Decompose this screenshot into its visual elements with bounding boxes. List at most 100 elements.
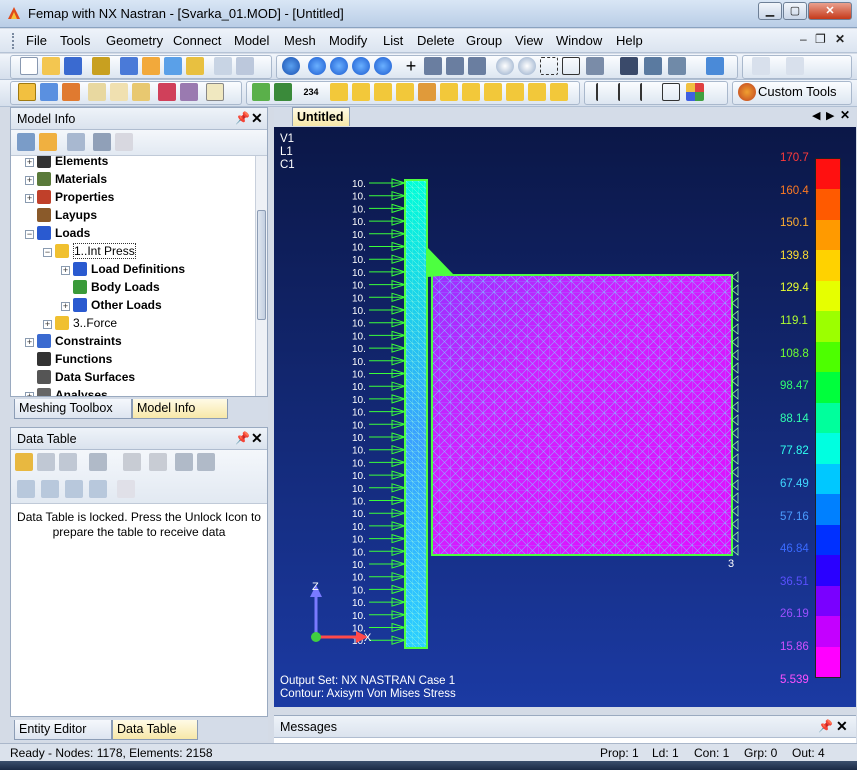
data-table-icon[interactable] (62, 83, 80, 101)
rebuild-icon[interactable] (92, 57, 110, 75)
tree-item[interactable]: + Load Definitions (61, 262, 185, 280)
custom-tools-menu[interactable]: Custom Tools (758, 84, 837, 99)
entity-display-icon[interactable] (252, 83, 270, 101)
tab-scroll-right-icon[interactable]: ▶ (826, 109, 834, 122)
rows-icon[interactable] (197, 453, 215, 471)
print-setup-icon[interactable] (236, 57, 254, 75)
pane-options-icon[interactable] (158, 83, 176, 101)
pick-icon[interactable] (786, 57, 804, 75)
entity-regions-icon[interactable] (528, 83, 546, 101)
workplane-icon[interactable] (706, 57, 724, 75)
table-icon[interactable] (164, 57, 182, 75)
select-filter-icon[interactable] (41, 480, 59, 498)
entity-text-icon[interactable] (396, 83, 414, 101)
mdi-close-button[interactable]: ✕ (835, 32, 845, 46)
pin-icon[interactable]: 📌 (235, 111, 250, 125)
hide-icon[interactable] (89, 480, 107, 498)
entity-nodes-icon[interactable] (440, 83, 458, 101)
constraint-y-icon[interactable] (618, 83, 636, 101)
tree-item[interactable]: + Properties (25, 190, 114, 208)
weld-region[interactable] (427, 247, 454, 277)
program-file-icon[interactable] (180, 83, 198, 101)
select-icon[interactable] (752, 57, 770, 75)
print-icon[interactable] (214, 57, 232, 75)
entity-curves-icon[interactable] (352, 83, 370, 101)
numbering-icon[interactable]: 234 (300, 83, 322, 101)
pan-right-icon[interactable] (330, 57, 348, 75)
rotate-z-icon[interactable] (468, 57, 486, 75)
tree-item[interactable]: + Elements (25, 156, 108, 172)
lock-icon[interactable] (15, 453, 33, 471)
expand-icon[interactable]: + (25, 392, 34, 396)
tree-scrollbar[interactable] (255, 156, 267, 396)
tab-model-info[interactable]: Model Info (132, 399, 228, 419)
expand-icon[interactable]: + (25, 158, 34, 167)
show-icon[interactable] (65, 480, 83, 498)
expand-icon[interactable]: + (25, 176, 34, 185)
menu-list[interactable]: List (383, 33, 403, 48)
menu-modify[interactable]: Modify (329, 33, 367, 48)
collapse-icon[interactable]: − (43, 248, 52, 257)
tree-scrollbar-thumb[interactable] (257, 210, 266, 320)
autoscale-icon[interactable] (562, 57, 580, 75)
view-cube-icon[interactable] (668, 57, 686, 75)
model-info-icon[interactable] (18, 83, 36, 101)
menu-model[interactable]: Model (234, 33, 269, 48)
expand-icon[interactable]: + (25, 194, 34, 203)
menu-connect[interactable]: Connect (173, 33, 221, 48)
pan-down-icon[interactable] (374, 57, 392, 75)
messages-icon[interactable] (88, 83, 106, 101)
tree-item[interactable]: Data Surfaces (37, 370, 135, 388)
tree-item[interactable]: +3..Force (43, 316, 117, 334)
menu-geometry[interactable]: Geometry (106, 33, 163, 48)
close-panel-icon[interactable]: ✕ (251, 110, 263, 127)
menu-mesh[interactable]: Mesh (284, 33, 316, 48)
picture-icon[interactable] (186, 57, 204, 75)
constraint-x-icon[interactable] (596, 83, 614, 101)
close-panel-icon[interactable]: ✕ (251, 430, 263, 447)
menu-tools[interactable]: Tools (60, 33, 90, 48)
filter-icon[interactable] (17, 480, 35, 498)
pin-icon[interactable]: 📌 (235, 431, 250, 445)
menu-window[interactable]: Window (556, 33, 602, 48)
collapse-icon[interactable]: − (25, 230, 34, 239)
clear-rows-icon[interactable] (59, 453, 77, 471)
magnify-icon[interactable] (586, 57, 604, 75)
expand-icon[interactable]: + (43, 320, 52, 329)
entity-constraints-icon[interactable] (506, 83, 524, 101)
open-folder-icon[interactable] (42, 57, 60, 75)
copy-icon[interactable] (120, 57, 138, 75)
menu-view[interactable]: View (515, 33, 543, 48)
edit-icon[interactable] (206, 83, 224, 101)
tree-item[interactable]: − 1..Int Press (43, 243, 136, 262)
tree-move-icon[interactable] (93, 133, 111, 151)
menu-help[interactable]: Help (616, 33, 643, 48)
menu-file[interactable]: File (26, 33, 47, 48)
tree-item[interactable]: + Constraints (25, 334, 122, 352)
api-icon[interactable] (110, 83, 128, 101)
grid-icon[interactable] (662, 83, 680, 101)
tree-expand-icon[interactable] (17, 133, 35, 151)
tab-data-table[interactable]: Data Table (112, 720, 198, 740)
tree-item[interactable]: Body Loads (73, 280, 160, 298)
tree-item[interactable]: Functions (37, 352, 112, 370)
rotate-x-icon[interactable] (424, 57, 442, 75)
move-icon[interactable]: + (402, 57, 420, 75)
entity-points-icon[interactable] (330, 83, 348, 101)
sort-icon[interactable] (89, 453, 107, 471)
tree-visibility-icon[interactable] (39, 133, 57, 151)
zoom-in-icon[interactable] (496, 57, 514, 75)
tab-entity-editor[interactable]: Entity Editor (14, 720, 112, 740)
close-panel-icon[interactable]: ✕ (836, 718, 848, 735)
pan-left-icon[interactable] (308, 57, 326, 75)
entity-surfaces-icon[interactable] (374, 83, 392, 101)
fe-model-view[interactable]: 10.10.10.10.10.10.10.10.10.10.10.10.10.1… (274, 127, 856, 707)
tree-item[interactable]: + Analyses (25, 388, 108, 396)
pin-icon[interactable]: 📌 (818, 719, 833, 733)
tree-item[interactable]: − Loads (25, 226, 90, 244)
minimize-button[interactable]: ▁ (758, 2, 782, 20)
entity-solids-icon[interactable] (418, 83, 436, 101)
entity-select-icon[interactable] (274, 83, 292, 101)
tree-item[interactable]: Layups (37, 208, 97, 226)
constraint-z-icon[interactable] (640, 83, 658, 101)
